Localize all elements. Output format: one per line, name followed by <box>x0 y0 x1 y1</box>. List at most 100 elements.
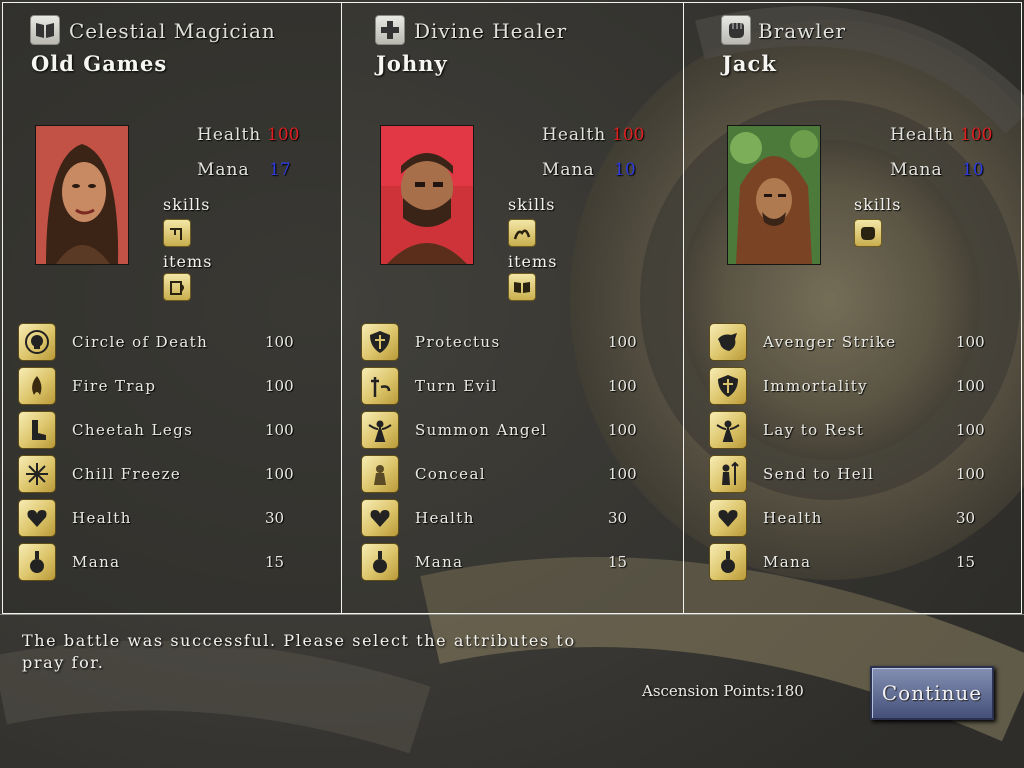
mana-label: Mana <box>890 160 943 180</box>
attribute-value: 100 <box>956 421 985 439</box>
character-panel-magician: Celestial Magician Old Games Health 100 … <box>2 2 342 614</box>
attribute-row[interactable]: Lay to Rest 100 <box>709 411 1019 451</box>
portrait <box>380 125 474 265</box>
attribute-row[interactable]: Fire Trap 100 <box>18 367 328 407</box>
attribute-row[interactable]: Cheetah Legs 100 <box>18 411 328 451</box>
attribute-value: 100 <box>608 465 637 483</box>
items-label: items <box>508 252 558 271</box>
attribute-value: 30 <box>608 509 628 527</box>
items-label: items <box>163 252 213 271</box>
heart-icon[interactable] <box>361 499 399 537</box>
tankard-icon[interactable] <box>163 273 191 301</box>
attribute-row[interactable]: Health 30 <box>18 499 328 539</box>
lightning-icon[interactable] <box>163 219 191 247</box>
attribute-value: 100 <box>265 421 294 439</box>
attribute-row[interactable]: Conceal 100 <box>361 455 671 495</box>
attribute-name: Conceal <box>415 465 486 483</box>
attribute-name: Health <box>415 509 475 527</box>
class-name: Brawler <box>758 19 847 43</box>
attribute-value: 15 <box>265 553 285 571</box>
attribute-row[interactable]: Mana 15 <box>18 543 328 583</box>
shield-icon[interactable] <box>361 323 399 361</box>
health-label: Health <box>542 125 607 145</box>
attribute-name: Mana <box>415 553 464 571</box>
attribute-name: Avenger Strike <box>763 333 897 351</box>
attribute-row[interactable]: Avenger Strike 100 <box>709 323 1019 363</box>
attribute-value: 15 <box>608 553 628 571</box>
character-name: Jack <box>722 51 777 76</box>
attribute-name: Send to Hell <box>763 465 875 483</box>
devil-icon[interactable] <box>709 455 747 493</box>
attribute-name: Chill Freeze <box>72 465 182 483</box>
attribute-row[interactable]: Summon Angel 100 <box>361 411 671 451</box>
heart-icon[interactable] <box>18 499 56 537</box>
character-panel-healer: Divine Healer Johny Health 100 Mana 10 s… <box>342 2 684 614</box>
skull-icon[interactable] <box>18 323 56 361</box>
attribute-value: 100 <box>956 465 985 483</box>
attribute-row[interactable]: Circle of Death 100 <box>18 323 328 363</box>
attribute-name: Health <box>763 509 823 527</box>
attribute-value: 100 <box>608 421 637 439</box>
cross-icon <box>375 15 405 45</box>
attribute-row[interactable]: Health 30 <box>361 499 671 539</box>
character-name: Johny <box>376 51 448 76</box>
attribute-row[interactable]: Health 30 <box>709 499 1019 539</box>
mana-value: 17 <box>269 160 291 180</box>
skills-label: skills <box>854 195 902 214</box>
attribute-row[interactable]: Turn Evil 100 <box>361 367 671 407</box>
attribute-value: 100 <box>956 333 985 351</box>
character-name: Old Games <box>31 51 168 76</box>
boot-icon[interactable] <box>18 411 56 449</box>
attribute-row[interactable]: Immortality 100 <box>709 367 1019 407</box>
attribute-row[interactable]: Mana 15 <box>361 543 671 583</box>
fist-icon[interactable] <box>854 219 882 247</box>
message-text: The battle was successful. Please select… <box>22 631 576 672</box>
attribute-value: 100 <box>265 377 294 395</box>
portrait <box>35 125 129 265</box>
ghost-icon[interactable] <box>361 455 399 493</box>
continue-button[interactable]: Continue <box>870 666 994 720</box>
fire-icon[interactable] <box>18 367 56 405</box>
attribute-row[interactable]: Mana 15 <box>709 543 1019 583</box>
attribute-value: 30 <box>265 509 285 527</box>
angel-icon[interactable] <box>361 411 399 449</box>
attribute-row[interactable]: Send to Hell 100 <box>709 455 1019 495</box>
attribute-row[interactable]: Protectus 100 <box>361 323 671 363</box>
class-name: Celestial Magician <box>69 19 276 43</box>
attribute-name: Mana <box>72 553 121 571</box>
hands-icon[interactable] <box>508 219 536 247</box>
attribute-name: Health <box>72 509 132 527</box>
attribute-value: 100 <box>608 377 637 395</box>
strike-icon[interactable] <box>709 323 747 361</box>
attribute-value: 100 <box>608 333 637 351</box>
cross-staff-icon[interactable] <box>361 367 399 405</box>
book-icon[interactable] <box>508 273 536 301</box>
health-value: 100 <box>960 125 993 145</box>
health-label: Health <box>890 125 955 145</box>
ascension-points: Ascension Points:180 <box>642 682 804 700</box>
snowflake-icon[interactable] <box>18 455 56 493</box>
angel-icon[interactable] <box>709 411 747 449</box>
mana-label: Mana <box>542 160 595 180</box>
potion-icon[interactable] <box>361 543 399 581</box>
attribute-name: Immortality <box>763 377 869 395</box>
fist-icon <box>721 15 751 45</box>
attribute-name: Lay to Rest <box>763 421 865 439</box>
attribute-value: 100 <box>265 333 294 351</box>
attribute-name: Circle of Death <box>72 333 209 351</box>
attribute-name: Turn Evil <box>415 377 498 395</box>
attribute-value: 100 <box>956 377 985 395</box>
heart-icon[interactable] <box>709 499 747 537</box>
potion-icon[interactable] <box>18 543 56 581</box>
attribute-name: Fire Trap <box>72 377 157 395</box>
shield-icon[interactable] <box>709 367 747 405</box>
mana-value: 10 <box>614 160 636 180</box>
divider <box>0 614 1024 615</box>
attribute-name: Summon Angel <box>415 421 548 439</box>
attribute-value: 15 <box>956 553 976 571</box>
portrait <box>727 125 821 265</box>
skills-label: skills <box>508 195 556 214</box>
potion-icon[interactable] <box>709 543 747 581</box>
attribute-row[interactable]: Chill Freeze 100 <box>18 455 328 495</box>
attribute-name: Mana <box>763 553 812 571</box>
